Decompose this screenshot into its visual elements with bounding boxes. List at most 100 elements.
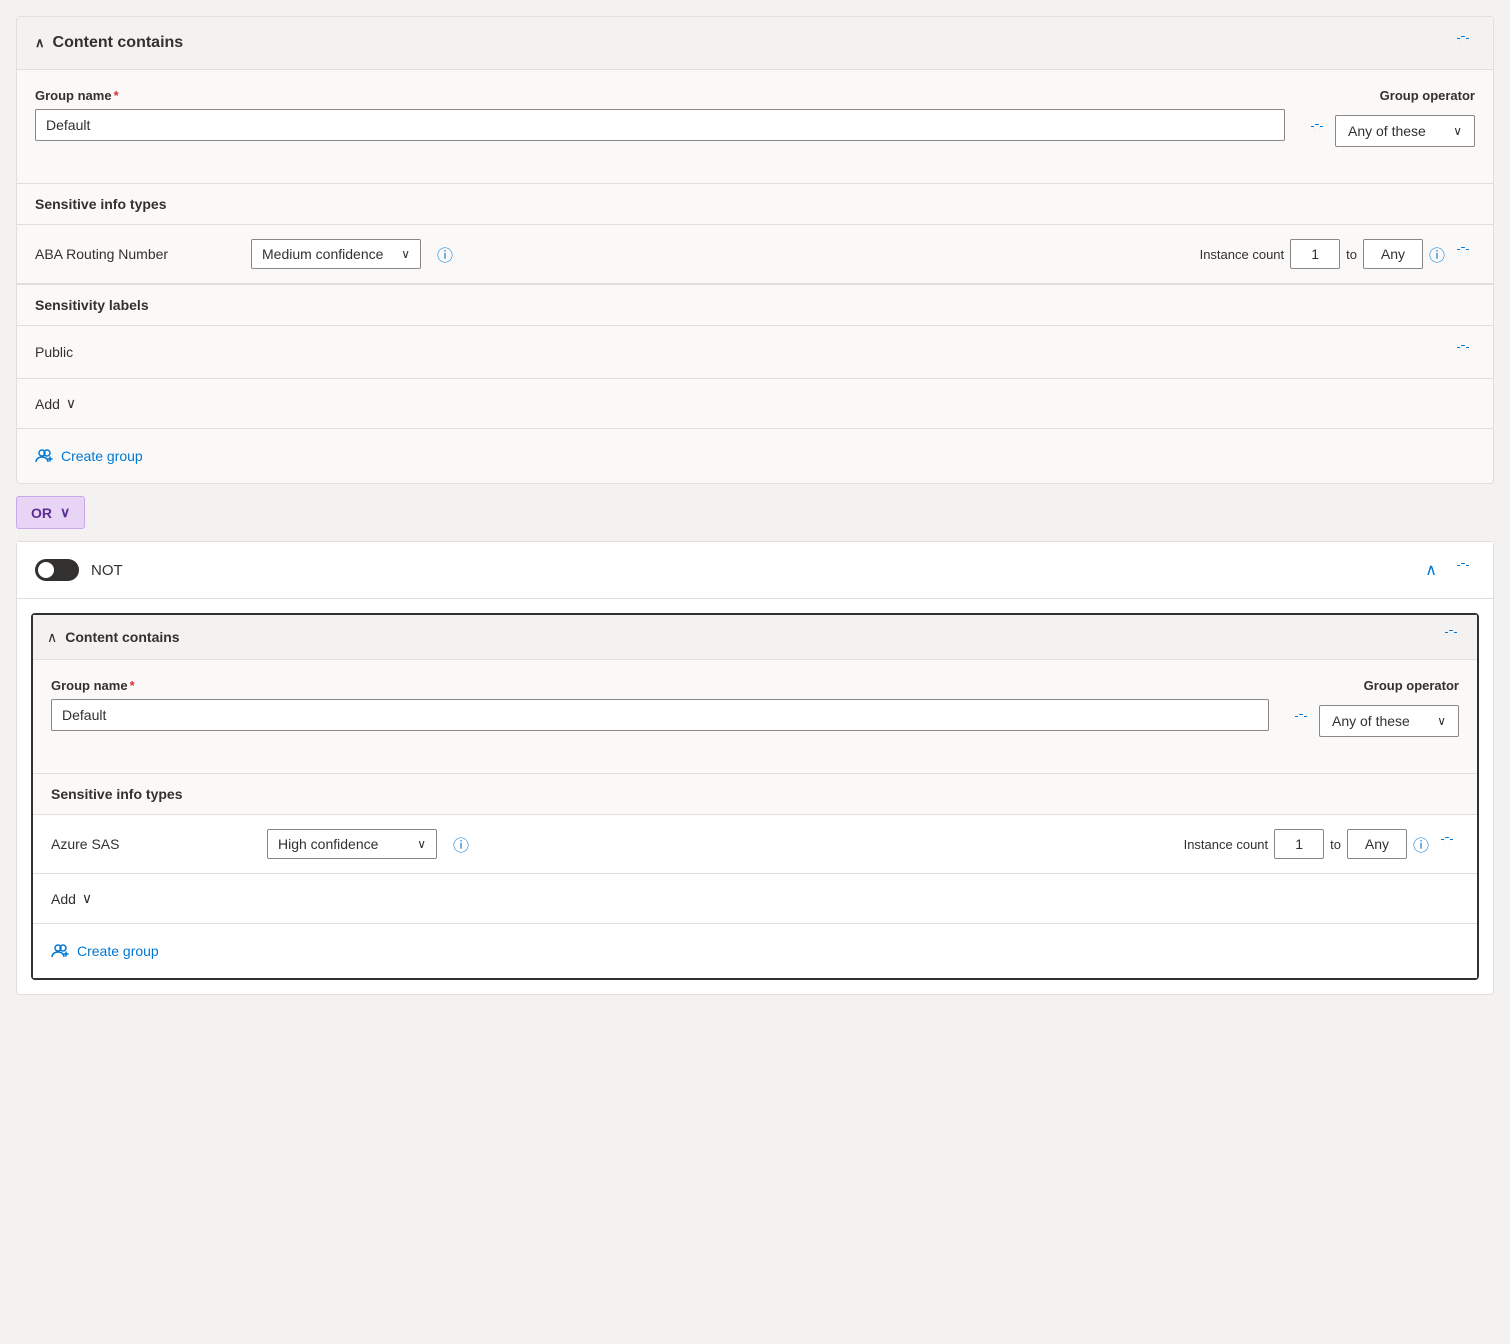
inner-add-row: Add ∨ <box>33 874 1477 924</box>
not-delete-icon <box>1455 562 1471 578</box>
section1-aba-row: ABA Routing Number Medium confidence ∨ ⓘ… <box>17 225 1493 284</box>
section1-confidence-select[interactable]: Medium confidence ∨ <box>251 239 421 269</box>
not-toggle[interactable] <box>35 559 79 581</box>
or-button[interactable]: OR ∨ <box>16 496 85 529</box>
section1-add-label: Add <box>35 396 60 412</box>
section1-public-delete-button[interactable] <box>1451 340 1475 364</box>
not-section: NOT ∧ ∧ Content contains <box>16 541 1494 995</box>
content-contains-section-1: ∧ Content contains Group name* Group ope… <box>16 16 1494 484</box>
inner-azure-delete-icon <box>1439 836 1455 852</box>
section1-instance-label: Instance count <box>1200 247 1285 262</box>
inner-confidence-info-icon[interactable]: ⓘ <box>453 832 469 856</box>
inner-card-header-left: ∧ Content contains <box>47 629 180 646</box>
section1-delete-button[interactable] <box>1451 31 1475 55</box>
section1-instance-count-area: Instance count to ⓘ <box>1200 239 1475 269</box>
inner-add-label: Add <box>51 891 76 907</box>
inner-instance-info-icon[interactable]: ⓘ <box>1413 832 1429 856</box>
inner-chevron-down-icon: ∨ <box>1437 714 1446 728</box>
required-star: * <box>114 88 119 103</box>
inner-group-name-row: Group name* Group operator <box>51 678 1459 737</box>
not-header-right: ∧ <box>1421 556 1475 584</box>
inner-operator-delete-icon <box>1293 713 1309 729</box>
aba-delete-icon <box>1455 246 1471 262</box>
inner-required-star: * <box>130 678 135 693</box>
section1-title: Content contains <box>53 34 184 52</box>
not-header-left: NOT <box>35 559 123 581</box>
section1-group-name-label: Group name* <box>35 88 1285 103</box>
section1-group-operator-row: Any of these ∨ <box>1305 115 1475 147</box>
section1-operator-delete-button[interactable] <box>1305 119 1329 143</box>
section1-group-name-input[interactable] <box>35 109 1285 141</box>
inner-create-group-label: Create group <box>77 943 159 959</box>
section1-confidence-value: Medium confidence <box>262 246 383 262</box>
inner-confidence-chevron-icon: ∨ <box>417 837 426 851</box>
inner-to-label: to <box>1330 837 1341 852</box>
inner-operator-delete-button[interactable] <box>1289 709 1313 733</box>
section1-group-name-row: Group name* Group operator Any of these … <box>35 88 1475 147</box>
inner-azure-sas-name: Azure SAS <box>51 836 251 852</box>
confidence-info-icon[interactable]: ⓘ <box>437 242 453 266</box>
section1-sensitive-info-label: Sensitive info types <box>17 183 1493 225</box>
create-group-icon <box>35 447 53 465</box>
inner-add-chevron-icon: ∨ <box>82 890 92 907</box>
inner-group-operator-row: Any of these ∨ <box>1289 705 1459 737</box>
section1-add-row: Add ∨ <box>17 379 1493 429</box>
operator-delete-icon <box>1309 123 1325 139</box>
section1-aba-name: ABA Routing Number <box>35 246 235 262</box>
inner-collapse-icon: ∧ <box>47 629 57 646</box>
inner-create-group-row: Create group <box>33 924 1477 978</box>
section1-group-operator-section: Group operator Any of these ∨ <box>1305 88 1475 147</box>
section1-aba-delete-button[interactable] <box>1451 242 1475 266</box>
section1-sensitivity-labels-header: Sensitivity labels <box>17 284 1493 326</box>
section1-header: ∧ Content contains <box>17 17 1493 70</box>
delete-icon <box>1455 35 1471 51</box>
section1-instance-from[interactable] <box>1290 239 1340 269</box>
toggle-slider <box>35 559 79 581</box>
inner-group-name-section: Group name* <box>51 678 1269 731</box>
not-collapse-button[interactable]: ∧ <box>1421 556 1441 584</box>
section1-header-left: ∧ Content contains <box>35 34 183 52</box>
inner-group-operator-section: Group operator Any of these ∨ <box>1289 678 1459 737</box>
collapse-icon: ∧ <box>35 35 45 51</box>
inner-content-card: ∧ Content contains Group name* <box>31 613 1479 980</box>
inner-card-delete-button[interactable] <box>1439 625 1463 649</box>
inner-instance-to[interactable] <box>1347 829 1407 859</box>
inner-create-group-button[interactable]: Create group <box>51 938 159 964</box>
or-container: OR ∨ <box>16 496 1494 529</box>
section1-instance-to[interactable] <box>1363 239 1423 269</box>
inner-card-header: ∧ Content contains <box>33 615 1477 660</box>
instance-info-icon[interactable]: ⓘ <box>1429 242 1445 266</box>
section1-to-label: to <box>1346 247 1357 262</box>
section1-add-button[interactable]: Add ∨ <box>35 391 76 416</box>
not-delete-button[interactable] <box>1451 558 1475 582</box>
inner-azure-sas-row: Azure SAS High confidence ∨ ⓘ Instance c… <box>33 815 1477 874</box>
section1-body: Group name* Group operator Any of these … <box>17 70 1493 183</box>
or-label: OR <box>31 505 52 521</box>
inner-operator-value: Any of these <box>1332 713 1410 729</box>
not-header: NOT ∧ <box>17 542 1493 599</box>
or-chevron-icon: ∨ <box>60 504 70 521</box>
not-label: NOT <box>91 562 123 579</box>
section1-public-label: Public <box>35 344 73 360</box>
section1-create-group-label: Create group <box>61 448 143 464</box>
confidence-chevron-icon: ∨ <box>401 247 410 261</box>
inner-instance-from[interactable] <box>1274 829 1324 859</box>
inner-instance-label: Instance count <box>1184 837 1269 852</box>
operator-value: Any of these <box>1348 123 1426 139</box>
inner-confidence-value: High confidence <box>278 836 378 852</box>
section1-public-row: Public <box>17 326 1493 379</box>
section1-create-group-row: Create group <box>17 429 1493 483</box>
inner-operator-select[interactable]: Any of these ∨ <box>1319 705 1459 737</box>
chevron-down-icon: ∨ <box>1453 124 1462 138</box>
inner-card-title: Content contains <box>65 629 179 645</box>
section1-operator-select[interactable]: Any of these ∨ <box>1335 115 1475 147</box>
inner-instance-count-area: Instance count to ⓘ <box>1184 829 1459 859</box>
inner-confidence-select[interactable]: High confidence ∨ <box>267 829 437 859</box>
section1-group-operator-label: Group operator <box>1380 88 1475 103</box>
inner-create-group-icon <box>51 942 69 960</box>
inner-group-name-input[interactable] <box>51 699 1269 731</box>
inner-azure-sas-delete-button[interactable] <box>1435 832 1459 856</box>
section1-create-group-button[interactable]: Create group <box>35 443 143 469</box>
inner-add-button[interactable]: Add ∨ <box>51 886 92 911</box>
add-chevron-icon: ∨ <box>66 395 76 412</box>
